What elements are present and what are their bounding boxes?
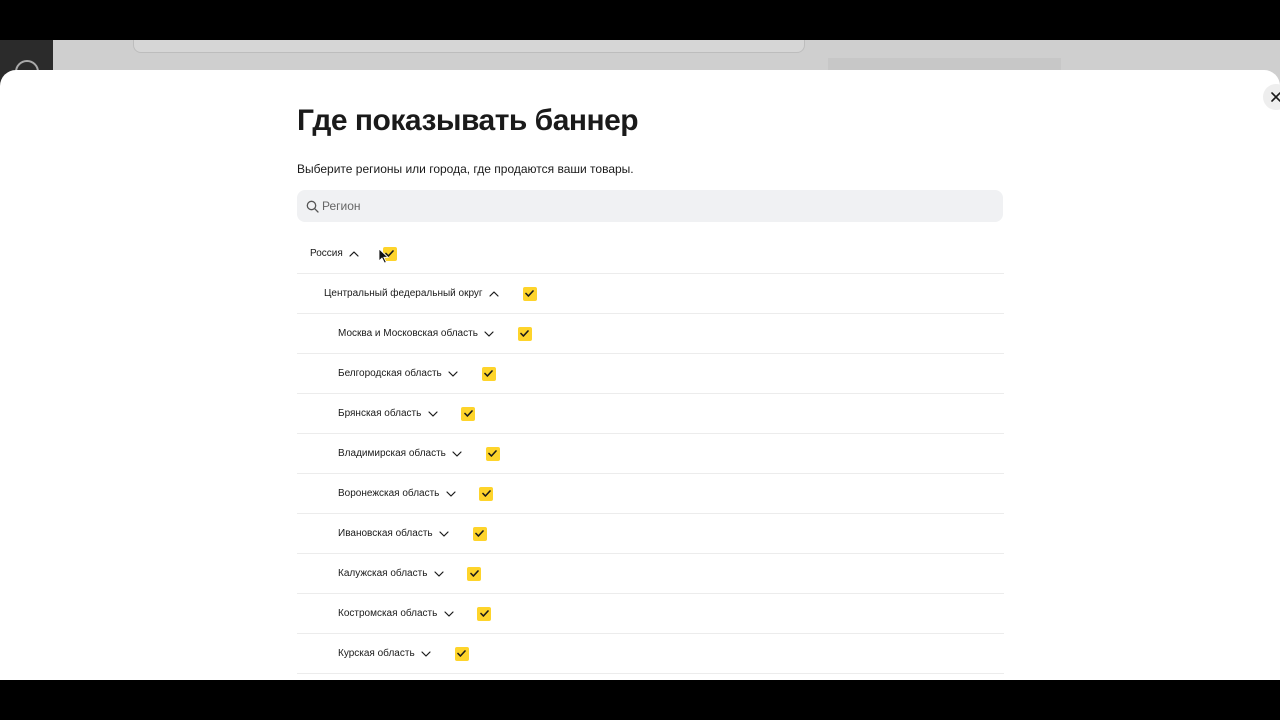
region-row[interactable]: Костромская область [297,594,1004,634]
checkmark-icon [457,650,466,657]
region-checkbox[interactable] [472,526,487,541]
search-input[interactable] [322,191,982,221]
region-row[interactable]: Ивановская область [297,514,1004,554]
region-row[interactable]: Центральный федеральный округ [297,274,1004,314]
region-checkbox[interactable] [461,406,476,421]
checkmark-icon [488,450,498,457]
chevron-down-icon[interactable] [439,528,450,539]
chevron-down-icon[interactable] [445,488,456,499]
checkmark-icon [484,370,494,377]
region-row[interactable]: Владимирская область [297,434,1004,474]
checkmark-icon [475,530,484,537]
region-label: Россия [310,248,343,259]
region-row[interactable]: Брянская область [297,394,1004,434]
checkmark-icon [464,410,473,417]
region-checkbox[interactable] [481,366,496,381]
region-list: Россия Центральный федеральный округ Москв… [297,234,1004,674]
modal-title: Где показывать баннер [297,104,639,137]
region-label: Белгородская область [338,368,442,379]
checkmark-icon [470,570,479,577]
region-label: Брянская область [338,408,422,419]
region-row[interactable]: Калужская область [297,554,1004,594]
background-card [133,40,805,53]
region-label: Москва и Московская область [338,328,478,339]
region-label: Воронежская область [338,488,440,499]
close-button[interactable] [1263,84,1280,110]
region-checkbox[interactable] [467,566,482,581]
checkmark-icon [385,250,395,257]
close-icon [1271,92,1280,102]
checkmark-icon [525,290,534,297]
checkmark-icon [482,490,491,497]
search-icon [306,200,319,213]
chevron-down-icon[interactable] [433,568,444,579]
region-checkbox[interactable] [477,606,492,621]
region-label: Курская область [338,648,415,659]
region-label: Ивановская область [338,528,433,539]
chevron-up-icon[interactable] [489,288,500,299]
chevron-down-icon[interactable] [448,368,459,379]
region-label: Костромская область [338,608,438,619]
region-label: Центральный федеральный округ [324,288,483,299]
chevron-down-icon[interactable] [452,448,463,459]
checkmark-icon [520,330,530,337]
region-checkbox[interactable] [485,446,500,461]
search-box[interactable] [297,190,1003,222]
chevron-up-icon[interactable] [349,248,360,259]
region-checkbox[interactable] [522,286,537,301]
chevron-down-icon[interactable] [427,408,438,419]
region-row[interactable]: Курская область [297,634,1004,674]
checkmark-icon [480,610,489,617]
modal-subtitle: Выберите регионы или города, где продают… [297,162,634,176]
region-modal: Где показывать баннер Выберите регионы и… [0,70,1280,680]
region-row[interactable]: Москва и Московская область [297,314,1004,354]
region-row[interactable]: Россия [297,234,1004,274]
region-checkbox[interactable] [454,646,469,661]
chevron-down-icon[interactable] [484,328,495,339]
region-row[interactable]: Воронежская область [297,474,1004,514]
region-label: Владимирская область [338,448,446,459]
region-checkbox[interactable] [517,326,532,341]
chevron-down-icon[interactable] [443,608,454,619]
chevron-down-icon[interactable] [421,648,432,659]
region-label: Калужская область [338,568,428,579]
region-checkbox[interactable] [382,246,397,261]
region-row[interactable]: Белгородская область [297,354,1004,394]
app-frame: Где показывать баннер Выберите регионы и… [0,40,1280,680]
region-checkbox[interactable] [479,486,494,501]
